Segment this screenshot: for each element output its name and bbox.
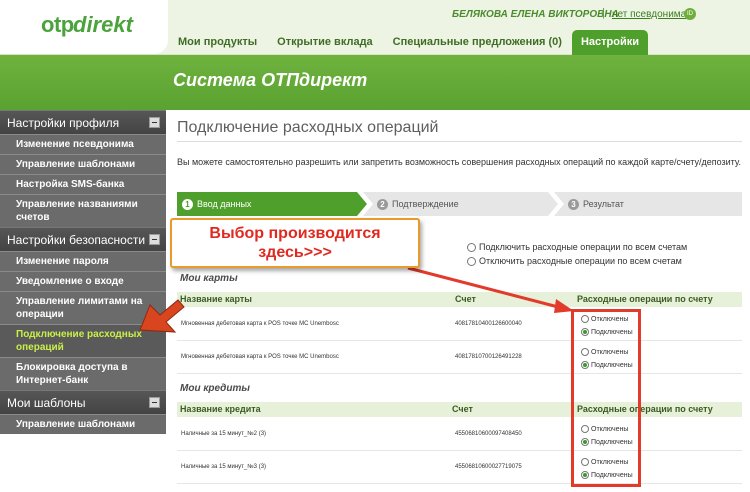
connect-all-radio[interactable]	[467, 243, 476, 253]
sidebar-item-limits[interactable]: Управление лимитами на операции	[0, 291, 166, 324]
column-credit-name: Название кредита	[180, 404, 261, 414]
main-nav: Мои продукты Открытие вклада Специальные…	[168, 30, 649, 55]
account-number: 45506810600097408450	[455, 431, 522, 437]
sidebar-section-title: Настройки профиля	[7, 116, 120, 130]
intro-text: Вы можете самостоятельно разрешить или з…	[177, 157, 741, 167]
disconnect-all-option[interactable]: Отключить расходные операции по всем сче…	[467, 256, 682, 267]
collapse-icon[interactable]	[149, 117, 160, 128]
top-header: otp direkt БЕЛЯКОВА ЕЛЕНА ВИКТОРОВНА | н…	[0, 0, 750, 55]
title-divider	[177, 141, 742, 142]
credits-table-header: Название кредита Счет Расходные операции…	[177, 402, 742, 417]
account-number: 40817810400126600040	[455, 321, 522, 327]
sidebar-section-profile[interactable]: Настройки профиля	[0, 110, 166, 134]
column-account: Счет	[455, 294, 476, 304]
sidebar-item-block-access[interactable]: Блокировка доступа в Интернет-банк	[0, 357, 166, 390]
banner: Система ОТПдирект	[0, 55, 750, 110]
step-progress: 1 Ввод данных 2 Подтверждение 3 Результат	[177, 192, 742, 216]
step-number: 1	[182, 199, 193, 210]
connect-all-label: Подключить расходные операции по всем сч…	[479, 242, 688, 252]
logo-otp-text: otp	[41, 12, 74, 37]
sidebar-item-sms-bank[interactable]: Настройка SMS-банка	[0, 174, 166, 194]
callout-text: Выбор производится здесь>>>	[209, 225, 381, 261]
sidebar-item-manage-templates-2[interactable]: Управление шаблонами	[0, 414, 166, 434]
table-row: Наличные за 15 минут_№3 (3) 455068106000…	[177, 452, 742, 484]
collapse-icon[interactable]	[149, 397, 160, 408]
disconnect-all-label: Отключить расходные операции по всем сче…	[479, 256, 682, 266]
column-operations: Расходные операции по счету	[577, 294, 713, 304]
account-number: 45506810600027719075	[455, 464, 522, 470]
page-title: Подключение расходных операций	[177, 119, 439, 136]
step-confirm: 2 Подтверждение	[363, 192, 558, 216]
card-name: Мгновенная дебетовая карта к POS точке M…	[181, 321, 339, 327]
credit-name: Наличные за 15 минут_№3 (3)	[181, 464, 267, 470]
sidebar-section-title: Настройки безопасности	[7, 233, 146, 247]
sidebar-item-change-password[interactable]: Изменение пароля	[0, 251, 166, 271]
otp-logo[interactable]: otp direkt	[0, 0, 168, 54]
tab-open-deposit[interactable]: Открытие вклада	[267, 30, 383, 55]
sidebar-section-security[interactable]: Настройки безопасности	[0, 227, 166, 251]
cards-section-title: Мои карты	[180, 273, 238, 284]
tab-settings[interactable]: Настройки	[571, 30, 649, 55]
sidebar-item-account-names[interactable]: Управление названиями счетов	[0, 194, 166, 227]
connect-all-option[interactable]: Подключить расходные операции по всем сч…	[467, 242, 688, 253]
tab-special-offers[interactable]: Специальные предложения (0)	[383, 30, 572, 55]
sidebar-section-title: Мои шаблоны	[7, 396, 86, 410]
column-account: Счет	[452, 404, 473, 414]
credits-section-title: Мои кредиты	[180, 383, 250, 394]
cards-table-header: Название карты Счет Расходные операции п…	[177, 292, 742, 307]
disconnect-all-radio[interactable]	[467, 257, 476, 267]
step-label: Результат	[583, 199, 624, 209]
annotation-callout: Выбор производится здесь>>>	[170, 218, 420, 268]
user-name: БЕЛЯКОВА ЕЛЕНА ВИКТОРОВНА	[452, 9, 619, 20]
table-row: Наличные за 15 минут_№2 (3) 455068106000…	[177, 419, 742, 451]
sidebar-item-login-notification[interactable]: Уведомление о входе	[0, 271, 166, 291]
sidebar: Настройки профиля Изменение псевдонима У…	[0, 110, 168, 434]
sidebar-item-expense-operations[interactable]: Подключение расходных операций	[0, 324, 166, 357]
table-row: Мгновенная дебетовая карта к POS точке M…	[177, 309, 742, 341]
header-separator: |	[602, 7, 605, 19]
credit-name: Наличные за 15 минут_№2 (3)	[181, 431, 267, 437]
table-row: Мгновенная дебетовая карта к POS точке M…	[177, 342, 742, 374]
card-name: Мгновенная дебетовая карта к POS точке M…	[181, 354, 339, 360]
logo-direkt-text: direkt	[73, 12, 133, 37]
sidebar-item-change-alias[interactable]: Изменение псевдонима	[0, 134, 166, 154]
step-number: 2	[377, 199, 388, 210]
step-number: 3	[568, 199, 579, 210]
step-result: 3 Результат	[554, 192, 742, 216]
annotation-highlight-box	[571, 309, 641, 487]
banner-title: Система ОТПдирект	[173, 70, 368, 90]
tab-my-products[interactable]: Мои продукты	[168, 30, 267, 55]
step-label: Ввод данных	[197, 199, 252, 209]
sidebar-section-templates[interactable]: Мои шаблоны	[0, 390, 166, 414]
column-card-name: Название карты	[180, 294, 252, 304]
alias-link[interactable]: нет псевдонима	[612, 9, 686, 20]
alias-id-icon[interactable]: ID	[684, 8, 696, 20]
account-number: 40817810700126491228	[455, 354, 522, 360]
step-label: Подтверждение	[392, 199, 459, 209]
collapse-icon[interactable]	[149, 234, 160, 245]
step-input: 1 Ввод данных	[177, 192, 367, 216]
sidebar-item-manage-templates[interactable]: Управление шаблонами	[0, 154, 166, 174]
